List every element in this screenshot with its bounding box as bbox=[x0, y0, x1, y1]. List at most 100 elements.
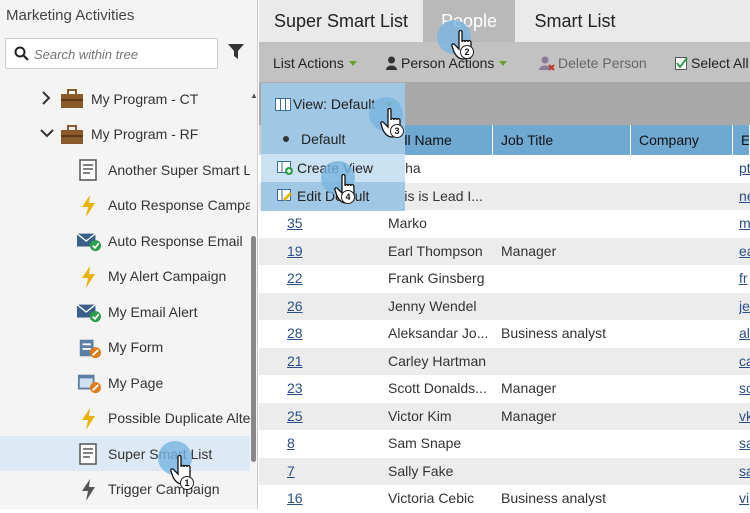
cell-full-name: Earl Thompson bbox=[388, 242, 483, 259]
chevron-right-icon[interactable] bbox=[40, 91, 52, 105]
tree-item-my-alert-campaign[interactable]: My Alert Campaign bbox=[0, 259, 250, 294]
table-row[interactable]: 26 Jenny Wendel je bbox=[259, 292, 750, 320]
tree-item-my-program-ct[interactable]: My Program - CT bbox=[0, 81, 250, 116]
delete-person-button[interactable]: Delete Person bbox=[539, 55, 647, 71]
tree-item-auto-response-campaign[interactable]: Auto Response Campaign bbox=[0, 188, 250, 223]
column-header-email[interactable]: Em bbox=[733, 125, 750, 155]
tree-item-auto-response-email[interactable]: Auto Response Email bbox=[0, 223, 250, 258]
tree-item-trigger-campaign[interactable]: Trigger Campaign bbox=[0, 472, 250, 507]
view-label: View: Default bbox=[293, 96, 376, 112]
list-actions-menu[interactable]: List Actions bbox=[273, 55, 357, 71]
cell-email[interactable]: al bbox=[739, 320, 750, 347]
tab-super-smart-list[interactable]: Super Smart List bbox=[259, 0, 423, 42]
cell-company bbox=[639, 155, 729, 182]
tab-bar: Super Smart List People Smart List bbox=[259, 0, 750, 42]
cell-id[interactable]: 28 bbox=[287, 320, 367, 347]
cell-email[interactable]: sa bbox=[739, 430, 750, 457]
lightning-icon bbox=[82, 265, 95, 288]
smart-list-icon bbox=[79, 159, 97, 181]
tree-item-my-form[interactable]: My Form bbox=[0, 330, 250, 365]
cell-id[interactable]: 23 bbox=[287, 375, 367, 402]
cell-email[interactable]: sc bbox=[739, 375, 750, 402]
cell-email[interactable]: m bbox=[739, 210, 750, 237]
tree-search-input[interactable] bbox=[34, 44, 214, 64]
person-actions-label: Person Actions bbox=[401, 55, 495, 71]
person-actions-menu[interactable]: Person Actions bbox=[386, 55, 508, 71]
cell-id[interactable]: 22 bbox=[287, 265, 367, 292]
step-badge-3: 3 bbox=[390, 124, 404, 138]
tree-item-my-program-rf[interactable]: My Program - RF bbox=[0, 117, 250, 152]
tab-smart-list[interactable]: Smart List bbox=[515, 0, 635, 42]
email-approved-icon bbox=[77, 233, 101, 252]
filter-icon[interactable] bbox=[228, 44, 244, 60]
column-header-job-title[interactable]: Job Title bbox=[493, 125, 631, 155]
cell-email[interactable]: vi bbox=[739, 485, 750, 512]
table-row[interactable]: 22 Frank Ginsberg fr bbox=[259, 265, 750, 293]
cell-job-title bbox=[501, 155, 626, 182]
sidebar-scrollbar[interactable] bbox=[251, 236, 256, 462]
cell-email[interactable]: fr bbox=[739, 265, 750, 292]
cell-job-title: Manager bbox=[501, 380, 557, 396]
cell-full-name: Victor Kim bbox=[388, 407, 452, 424]
tree-item-my-page[interactable]: My Page bbox=[0, 365, 250, 400]
email-approved-icon bbox=[77, 304, 101, 323]
cell-id[interactable]: 21 bbox=[287, 348, 367, 375]
chevron-down-icon[interactable] bbox=[40, 127, 54, 139]
toolbar: List Actions Person Actions Delete Perso… bbox=[259, 42, 750, 83]
cell-full-name: Carley Hartman bbox=[388, 352, 487, 369]
tree-item-possible-duplicate-altert[interactable]: Possible Duplicate Altert bbox=[0, 401, 250, 436]
selected-dot-icon bbox=[283, 136, 289, 142]
select-all-button[interactable]: Select All bbox=[675, 55, 749, 71]
cell-company bbox=[639, 265, 729, 292]
table-row[interactable]: 21 Carley Hartman ca bbox=[259, 347, 750, 375]
cell-company bbox=[639, 485, 729, 512]
cell-company bbox=[639, 348, 729, 375]
column-header-company[interactable]: Company bbox=[631, 125, 733, 155]
person-icon bbox=[386, 56, 397, 70]
cell-id[interactable]: 7 bbox=[287, 458, 367, 485]
table-row[interactable]: 19 Earl Thompson Manager ea bbox=[259, 237, 750, 265]
cell-job-title: Manager bbox=[501, 407, 557, 424]
cell-id[interactable]: 8 bbox=[287, 430, 367, 457]
cell-full-name: Aleksandar Jo... bbox=[388, 325, 488, 341]
cell-id[interactable]: 35 bbox=[287, 210, 367, 237]
table-row[interactable]: 35 Marko m bbox=[259, 210, 750, 238]
cell-job-title bbox=[501, 293, 626, 320]
cell-email[interactable]: ea bbox=[739, 238, 750, 265]
tree-item-another-super-smart-list[interactable]: Another Super Smart List bbox=[0, 152, 250, 187]
lightning-icon bbox=[82, 194, 95, 217]
edit-view-icon bbox=[277, 189, 292, 201]
tree-item-label: My Email Alert bbox=[108, 303, 198, 320]
cell-email[interactable]: ca bbox=[739, 348, 750, 375]
cell-email[interactable]: ne bbox=[739, 183, 750, 210]
cell-id[interactable]: 19 bbox=[287, 238, 367, 265]
cell-id[interactable]: 26 bbox=[287, 293, 367, 320]
sidebar: Marketing Activities ▲ My Program - CT M… bbox=[0, 0, 258, 509]
cell-email[interactable]: vk bbox=[739, 403, 750, 430]
cell-company bbox=[639, 210, 729, 237]
scroll-up-arrow-icon[interactable]: ▲ bbox=[250, 91, 258, 100]
tree-item-my-email-alert[interactable]: My Email Alert bbox=[0, 294, 250, 329]
table-row[interactable]: 23 Scott Donalds... Manager sc bbox=[259, 375, 750, 403]
table-row[interactable]: 7 Sally Fake sa bbox=[259, 457, 750, 485]
cell-email[interactable]: pt bbox=[739, 155, 750, 182]
tree-item-super-smart-list[interactable]: Super Smart List bbox=[0, 436, 250, 471]
cell-full-name: Jenny Wendel bbox=[388, 297, 477, 314]
sidebar-title: Marketing Activities bbox=[6, 7, 135, 24]
cell-id[interactable]: 25 bbox=[287, 403, 367, 430]
tree-search-box[interactable] bbox=[5, 38, 218, 69]
checkbox-checked-icon bbox=[675, 57, 688, 70]
table-row[interactable]: 25 Victor Kim Manager vk bbox=[259, 402, 750, 430]
cell-company bbox=[639, 320, 729, 347]
table-row[interactable]: 28 Aleksandar Jo... Business analyst al bbox=[259, 320, 750, 348]
cell-full-name: Frank Ginsberg bbox=[388, 270, 485, 286]
tree-item-label: My Page bbox=[108, 374, 164, 391]
cell-email[interactable]: sa bbox=[739, 458, 750, 485]
cell-job-title bbox=[501, 458, 626, 485]
table-row[interactable]: 16 Victoria Cebic Business analyst vi bbox=[259, 485, 750, 513]
table-row[interactable]: 8 Sam Snape sa bbox=[259, 430, 750, 458]
view-bar: View: Default bbox=[259, 83, 750, 125]
cell-id[interactable]: 16 bbox=[287, 485, 367, 512]
cell-email[interactable]: je bbox=[739, 293, 750, 320]
delete-person-label: Delete Person bbox=[558, 55, 647, 71]
